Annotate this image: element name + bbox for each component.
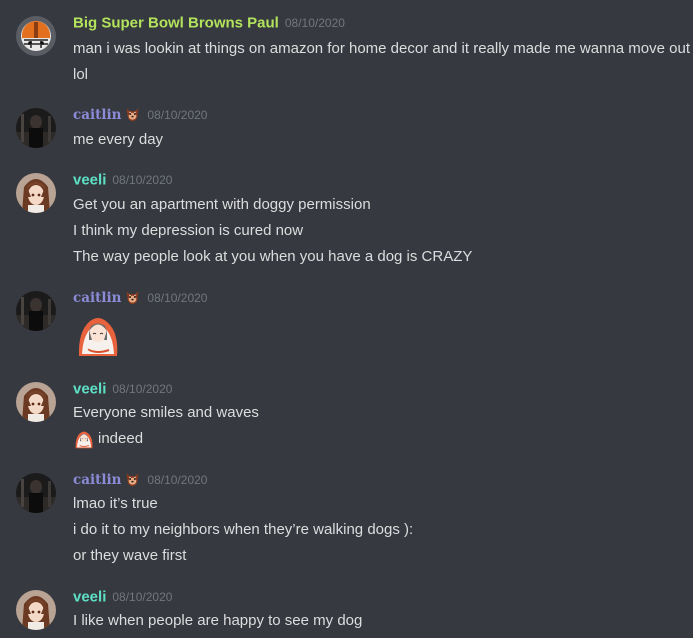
timestamp: 08/10/2020 (112, 172, 173, 187)
dark-figure-avatar[interactable] (16, 473, 56, 513)
message-text: me every day (73, 131, 164, 148)
message-text: I think my depression is cured now (73, 222, 304, 239)
dog-face-badge-icon (124, 106, 141, 123)
blanket-girl-sticker-icon[interactable] (73, 310, 123, 360)
username[interactable]: veeli (73, 380, 106, 397)
message-header: caitlin 08/10/2020 (73, 471, 207, 493)
anime-girl-avatar[interactable] (16, 590, 56, 630)
message-text: indeed (98, 430, 144, 447)
message-text: Everyone smiles and waves (73, 404, 259, 421)
message-header: Big Super Bowl Browns Paul 08/10/2020 (73, 14, 345, 36)
username[interactable]: caitlin (73, 107, 121, 123)
timestamp: 08/10/2020 (147, 290, 208, 305)
dog-face-badge-icon (124, 471, 141, 488)
message-line-with-emoji: indeed (73, 426, 683, 452)
football-helmet-avatar[interactable] (16, 16, 56, 56)
message-text: or they wave first (73, 547, 187, 564)
message-text: Get you an apartment with doggy permissi… (73, 196, 371, 213)
message-text: lmao it’s true (73, 495, 158, 512)
timestamp: 08/10/2020 (147, 107, 208, 122)
anime-girl-avatar[interactable] (16, 173, 56, 213)
message-header: caitlin 08/10/2020 (73, 106, 207, 128)
username[interactable]: Big Super Bowl Browns Paul (73, 14, 279, 31)
dark-figure-avatar[interactable] (16, 108, 56, 148)
username[interactable]: veeli (73, 588, 106, 605)
timestamp: 08/10/2020 (147, 472, 208, 487)
message-text: lol (73, 66, 89, 83)
message-text: I like when people are happy to see my d… (73, 612, 363, 629)
timestamp: 08/10/2020 (284, 15, 345, 30)
message-header: veeli 08/10/2020 (73, 171, 172, 193)
username[interactable]: caitlin (73, 290, 121, 306)
username[interactable]: veeli (73, 171, 106, 188)
anime-girl-avatar[interactable] (16, 382, 56, 422)
username[interactable]: caitlin (73, 472, 121, 488)
timestamp: 08/10/2020 (112, 381, 173, 396)
dog-face-badge-icon (124, 289, 141, 306)
message-text: The way people look at you when you have… (73, 248, 473, 265)
timestamp: 08/10/2020 (112, 589, 173, 604)
blanket-girl-emoji-icon (73, 428, 95, 450)
dark-figure-avatar[interactable] (16, 291, 56, 331)
message-header: veeli 08/10/2020 (73, 380, 172, 402)
message-header: caitlin 08/10/2020 (73, 289, 207, 311)
message-header: veeli 08/10/2020 (73, 588, 172, 610)
message-text: i do it to my neighbors when they’re wal… (73, 521, 414, 538)
message-text: man i was lookin at things on amazon for… (73, 40, 690, 57)
